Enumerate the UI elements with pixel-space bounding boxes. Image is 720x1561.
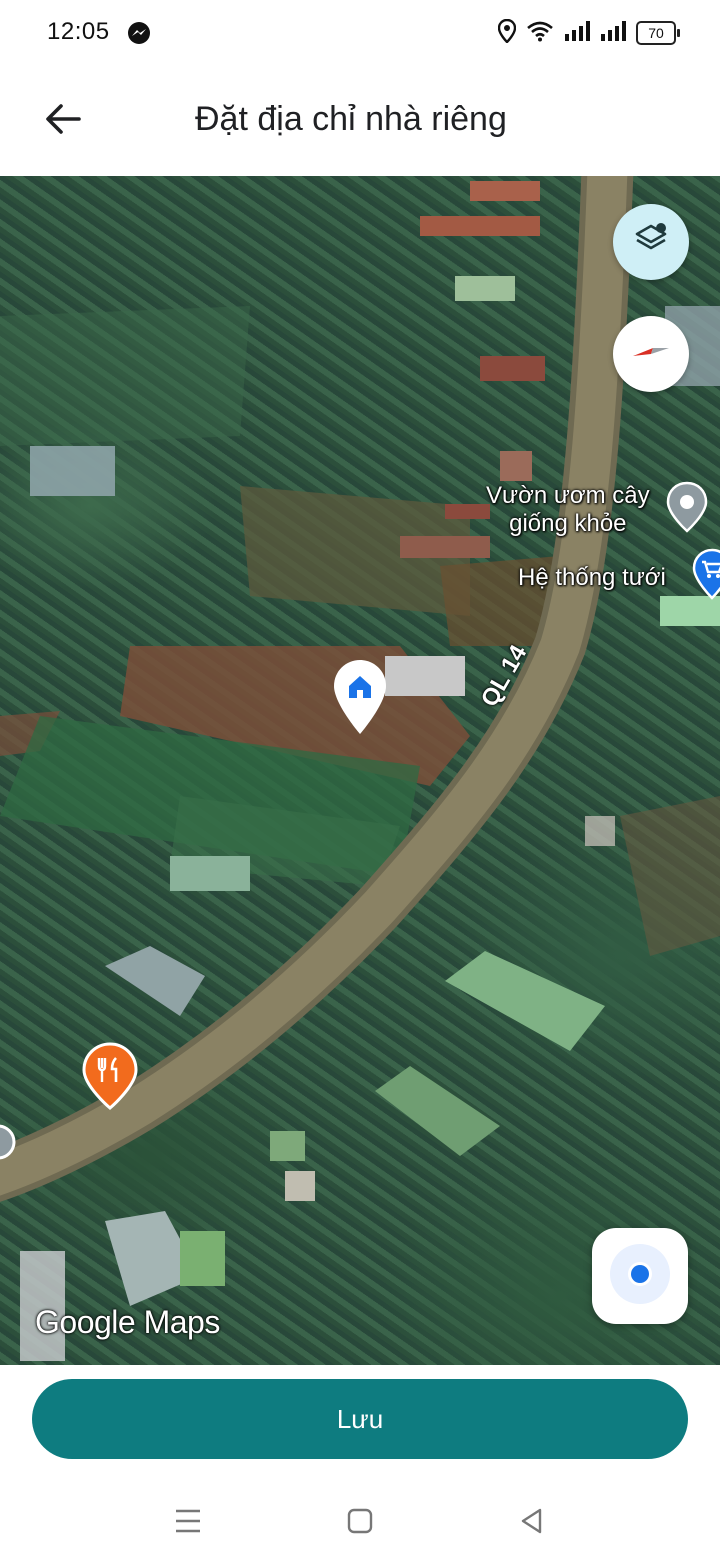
recents-icon [174,1508,202,1539]
place-label-irrigation[interactable]: Hệ thống tưới [518,564,666,592]
app-bar: Đặt địa chỉ nhà riêng [0,66,720,176]
compass-icon [629,330,673,379]
home-pin-icon [332,660,388,742]
recents-button[interactable] [168,1503,208,1543]
signal-icon [564,20,590,47]
back-button[interactable] [30,88,96,154]
layers-button[interactable] [613,204,689,280]
restaurant-pin-icon [82,1042,138,1116]
layers-icon [631,220,671,265]
place-label-nursery[interactable]: Vườn ươm cây giống khỏe [486,482,650,538]
messenger-icon [126,20,152,46]
place-pin-icon [665,481,709,537]
my-location-button[interactable] [592,1228,688,1324]
place-name-line1: Vườn ươm cây [486,482,650,509]
page-title: Đặt địa chỉ nhà riêng [195,100,507,138]
arrow-left-icon [45,103,81,140]
status-bar: 12:05 70 [0,0,720,66]
my-location-icon [608,1242,672,1311]
partial-marker[interactable] [0,1122,16,1179]
save-button[interactable]: Lưu [32,1379,688,1459]
save-area: Lưu [0,1365,720,1485]
home-square-icon [346,1507,374,1540]
satellite-imagery [0,176,720,1361]
back-triangle-icon [518,1507,546,1540]
status-icons: 70 [497,18,680,48]
shopping-cart-icon [692,548,720,604]
shop-pin[interactable] [692,548,720,605]
restaurant-marker[interactable] [82,1042,138,1117]
map-watermark: Google Maps [35,1304,220,1340]
system-nav-bar [0,1485,720,1561]
battery-icon: 70 [636,21,680,45]
home-nav-button[interactable] [340,1503,380,1543]
place-name-line2: giống khỏe [509,510,627,537]
compass-button[interactable] [613,316,689,392]
home-marker[interactable] [332,658,388,743]
location-icon [497,18,517,48]
signal-icon [600,20,626,47]
wifi-icon [526,20,554,47]
back-nav-button[interactable] [512,1503,552,1543]
map-view[interactable]: Vườn ươm cây giống khỏe Hệ thống tưới QL… [0,176,720,1365]
status-time: 12:05 [47,18,110,45]
place-pin[interactable] [665,481,709,538]
